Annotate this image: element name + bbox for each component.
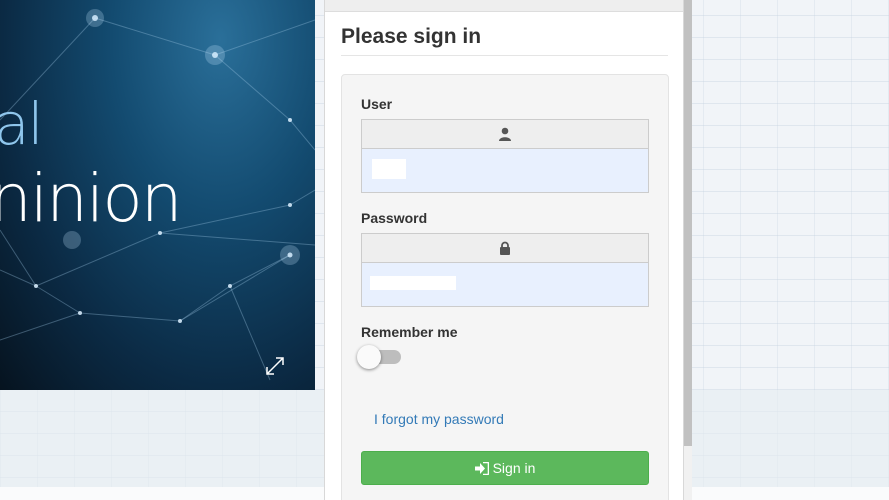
user-value-redaction xyxy=(372,159,406,179)
lock-icon xyxy=(500,241,510,255)
sign-in-label: Sign in xyxy=(492,460,536,476)
user-label: User xyxy=(361,96,393,112)
sign-in-button[interactable]: Sign in xyxy=(361,451,649,485)
user-addon xyxy=(361,119,649,149)
password-value-redaction xyxy=(370,276,456,290)
scrollbar-track[interactable] xyxy=(684,446,692,500)
toggle-knob xyxy=(357,345,381,369)
hero-image: al ninion xyxy=(0,0,315,390)
panel-top-bar xyxy=(325,0,683,12)
page-title: Please sign in xyxy=(341,25,668,56)
login-form: User Password Remember me I forgot my pa… xyxy=(341,74,669,500)
forgot-password-link[interactable]: I forgot my password xyxy=(374,411,504,427)
remember-me-label: Remember me xyxy=(361,324,458,340)
expand-icon[interactable] xyxy=(264,355,286,377)
hero-text-bottom: ninion xyxy=(0,160,183,237)
scrollbar-thumb[interactable] xyxy=(684,0,692,446)
password-label: Password xyxy=(361,210,428,226)
hero-text-top: al xyxy=(0,90,44,158)
sign-in-icon xyxy=(474,461,489,475)
user-icon xyxy=(499,127,511,141)
password-addon xyxy=(361,233,649,263)
login-panel: Please sign in User Password Remember me… xyxy=(324,0,684,500)
remember-me-toggle[interactable] xyxy=(357,345,403,369)
